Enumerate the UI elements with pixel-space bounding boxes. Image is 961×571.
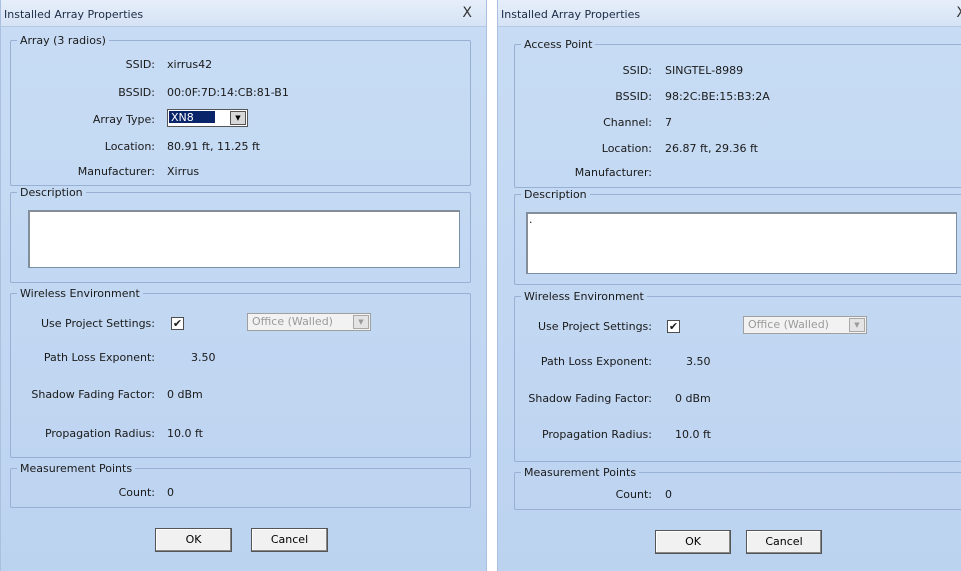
description-input[interactable] [28,210,460,268]
environment-value: Office (Walled) [748,318,829,331]
path-loss-label: Path Loss Exponent: [43,351,155,364]
title-bar[interactable]: Installed Array Properties X [1,0,486,27]
location-label: Location: [601,142,652,155]
path-loss-value: 3.50 [686,355,711,368]
ok-button[interactable]: OK [655,530,731,554]
use-project-checkbox[interactable]: ✔ [667,320,680,333]
bssid-label: BSSID: [615,90,652,103]
count-label: Count: [118,486,155,499]
cancel-button[interactable]: Cancel [251,528,328,552]
shadow-label: Shadow Fading Factor: [31,388,155,401]
radius-label: Propagation Radius: [541,428,652,441]
chevron-down-icon[interactable]: ▼ [230,111,246,125]
close-icon[interactable]: X [956,5,961,21]
measurement-legend: Measurement Points [524,466,637,479]
description-legend: Description [20,186,83,199]
radius-value: 10.0 ft [675,428,711,441]
access-point-properties-dialog: Installed Array Properties X Access Poin… [497,0,961,571]
ok-button[interactable]: OK [155,528,232,552]
shadow-label: Shadow Fading Factor: [528,392,652,405]
access-point-legend: Access Point [524,38,593,51]
manufacturer-label: Manufacturer: [77,165,155,178]
measurement-group: Measurement Points [514,466,961,510]
manufacturer-value: Xirrus [167,165,200,178]
cancel-button[interactable]: Cancel [746,530,822,554]
use-project-checkbox[interactable]: ✔ [171,317,184,330]
shadow-value: 0 dBm [167,388,203,401]
dialog-title: Installed Array Properties [501,8,641,21]
radius-value: 10.0 ft [167,427,203,440]
location-value: 26.87 ft, 29.36 ft [665,142,758,155]
chevron-down-icon[interactable]: ▼ [849,318,865,332]
location-label: Location: [104,140,155,153]
array-type-label: Array Type: [92,113,155,126]
bssid-label: BSSID: [118,86,155,99]
description-text: . [529,213,533,226]
manufacturer-label: Manufacturer: [574,166,652,179]
channel-label: Channel: [603,116,652,129]
array-type-select[interactable]: XN8 ▼ [167,109,248,127]
ssid-label: SSID: [125,58,155,71]
description-input[interactable]: . [526,212,957,274]
use-project-label: Use Project Settings: [537,320,652,333]
array-properties-dialog: Installed Array Properties X Array (3 ra… [0,0,487,571]
path-loss-label: Path Loss Exponent: [540,355,652,368]
title-bar[interactable]: Installed Array Properties X [498,0,961,27]
location-value: 80.91 ft, 11.25 ft [167,140,260,153]
bssid-value: 98:2C:BE:15:B3:2A [665,90,770,103]
bssid-value: 00:0F:7D:14:CB:81-B1 [167,86,289,99]
environment-select[interactable]: Office (Walled) ▼ [743,316,867,334]
measurement-legend: Measurement Points [20,462,133,475]
environment-select[interactable]: Office (Walled) ▼ [247,313,371,331]
close-icon[interactable]: X [462,5,472,21]
count-value: 0 [665,488,672,501]
ssid-value: SINGTEL-8989 [665,64,744,77]
dialog-title: Installed Array Properties [4,8,144,21]
wireless-legend: Wireless Environment [524,290,644,303]
shadow-value: 0 dBm [675,392,711,405]
radius-label: Propagation Radius: [44,427,155,440]
measurement-group: Measurement Points [10,462,471,508]
wireless-legend: Wireless Environment [20,287,140,300]
ssid-label: SSID: [622,64,652,77]
use-project-label: Use Project Settings: [40,317,155,330]
description-legend: Description [524,188,587,201]
array-group-legend: Array (3 radios) [20,34,106,47]
count-value: 0 [167,486,174,499]
chevron-down-icon[interactable]: ▼ [353,315,369,329]
environment-value: Office (Walled) [252,315,333,328]
array-type-value: XN8 [169,111,215,124]
channel-value: 7 [665,116,672,129]
path-loss-value: 3.50 [191,351,216,364]
ssid-value: xirrus42 [167,58,213,71]
count-label: Count: [615,488,652,501]
